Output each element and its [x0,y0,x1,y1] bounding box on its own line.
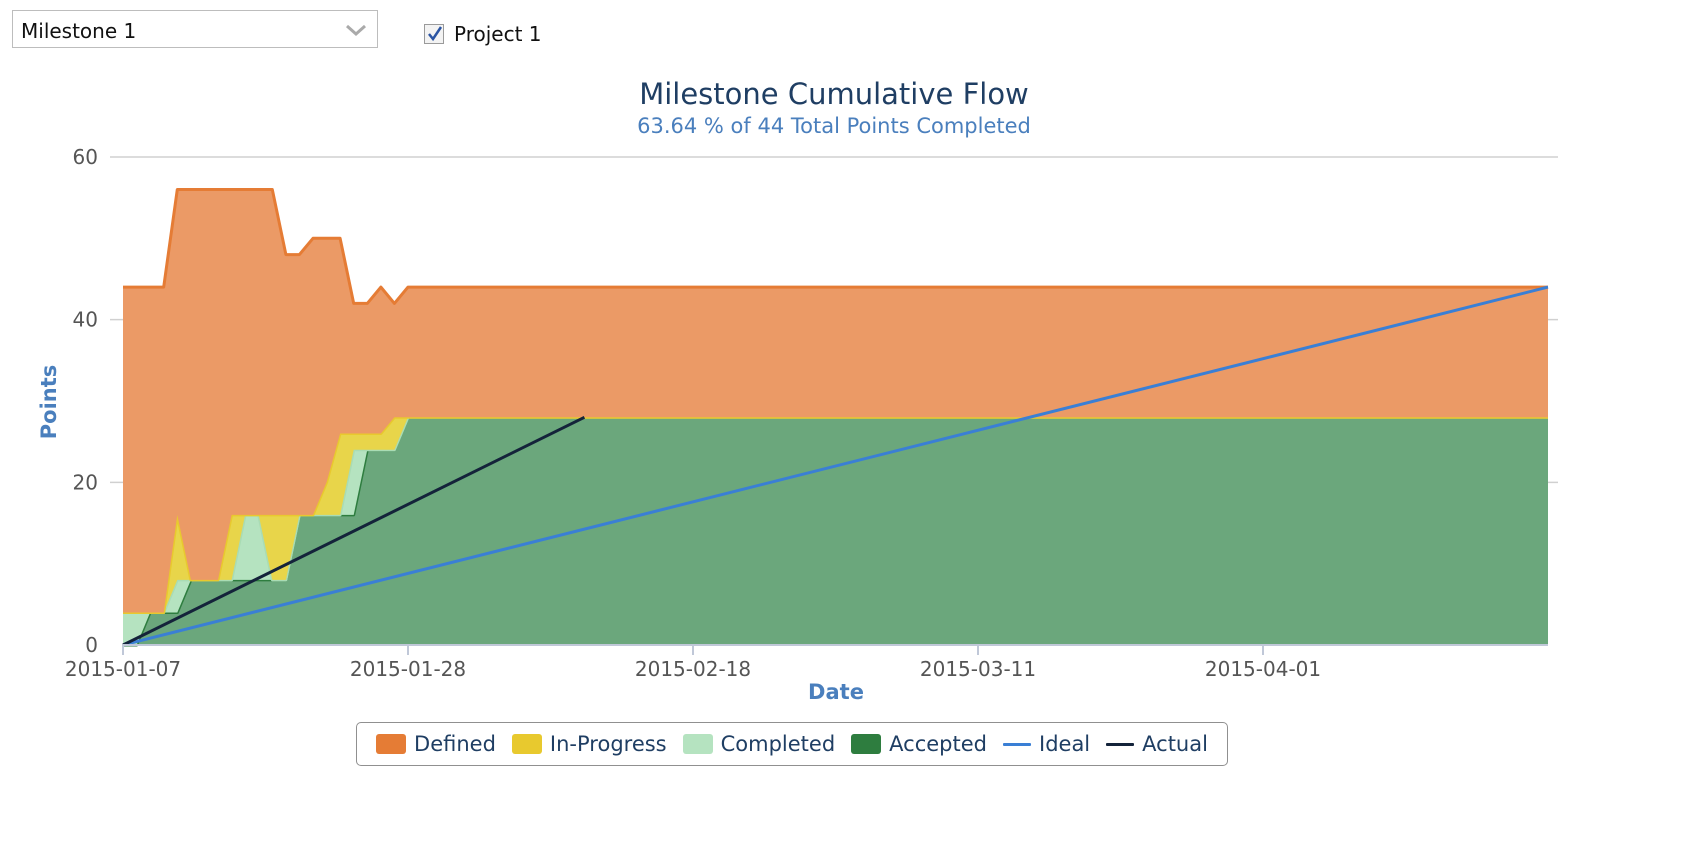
chart-legend: Defined In-Progress Completed Accepted Ideal… [356,722,1228,766]
legend-item-ideal[interactable]: Ideal [1003,732,1090,756]
legend-label: Completed [720,732,836,756]
legend-swatch [1106,742,1135,746]
checkmark-icon [428,26,443,42]
toolbar: Milestone 1 Project 1 [0,0,1704,60]
legend-swatch [511,734,542,754]
y-tick-label: 20 [73,470,98,494]
areas [123,188,1548,647]
y-tick-label: 0 [85,633,98,657]
x-tick-label: 2015-01-07 [65,657,181,681]
legend-item-defined[interactable]: Defined [376,732,496,756]
legend-label: Defined [414,732,496,756]
y-axis-title: Points [37,365,61,440]
legend-item-actual[interactable]: Actual [1106,732,1208,756]
chevron-down-icon [345,19,367,41]
cumulative-flow-chart: Milestone Cumulative Flow 63.64 % of 44 … [37,77,1558,704]
project-checkbox[interactable] [424,24,444,44]
x-axis-title: Date [808,680,864,704]
legend-label: Ideal [1039,732,1091,756]
legend-item-in-progress[interactable]: In-Progress [511,732,667,756]
chart-title: Milestone Cumulative Flow [639,77,1029,111]
legend-item-accepted[interactable]: Accepted [851,732,987,756]
legend-label: Actual [1142,732,1208,756]
legend-label: Accepted [889,732,987,756]
x-tick-label: 2015-02-18 [635,657,751,681]
x-tick-label: 2015-03-11 [920,657,1036,681]
legend-label: In-Progress [549,732,667,756]
x-tick-label: 2015-01-28 [350,657,466,681]
milestone-select-value: Milestone 1 [21,19,137,43]
legend-swatch [682,734,713,754]
y-tick-label: 40 [73,308,98,332]
chart-subtitle: 63.64 % of 44 Total Points Completed [637,114,1031,138]
y-tick-label: 60 [73,145,98,169]
legend-swatch [1003,742,1031,746]
milestone-select[interactable]: Milestone 1 [12,10,378,48]
x-tick-label: 2015-04-01 [1205,657,1321,681]
legend-swatch [851,734,882,754]
project-filter[interactable]: Project 1 [424,20,542,48]
legend-swatch [376,734,407,754]
legend-item-completed[interactable]: Completed [682,732,836,756]
project-checkbox-label: Project 1 [454,22,542,46]
